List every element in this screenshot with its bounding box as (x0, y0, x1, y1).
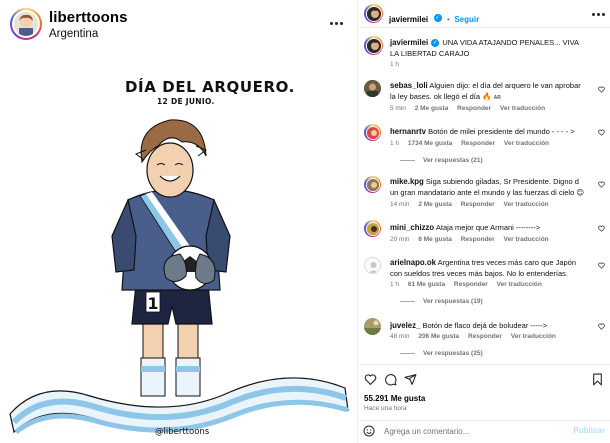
translate-button[interactable]: Ver traducción (497, 281, 542, 288)
verified-icon: ✓ (433, 13, 442, 22)
comment-meta: 5 min 2 Me gusta Responder Ver traducció… (390, 105, 546, 112)
follow-button[interactable]: Seguir (454, 15, 479, 24)
caption-time: 1 h (390, 61, 400, 68)
translate-button[interactable]: Ver traducción (504, 236, 549, 243)
fire-emoji: 🔥 (482, 91, 492, 101)
comment-username[interactable]: arielnapo.ok (390, 258, 436, 267)
author-avatar[interactable] (10, 8, 42, 40)
post-image-panel: liberttoons Argentina 1 DÍA DEL ARQUERO.… (0, 0, 357, 443)
comment-meta: 14 min 2 Me gusta Responder Ver traducci… (390, 201, 549, 208)
comment-meta: 1 h 61 Me gusta Responder Ver traducción (390, 281, 542, 288)
comment-text: arielnapo.ok Argentina tres veces más ca… (390, 258, 577, 278)
artwork-title: DÍA DEL ARQUERO. (125, 78, 295, 96)
artwork-date: 12 DE JUNIO. (157, 97, 215, 106)
like-comment-heart-icon[interactable] (598, 181, 605, 188)
post-location[interactable]: Argentina (49, 28, 98, 40)
flag-icon: AR (493, 94, 501, 101)
comment-text: mike.kpg Siga subiendo giladas, Sr Presi… (390, 177, 585, 197)
comment-username[interactable]: mike.kpg (390, 177, 424, 186)
panel-more-options-icon[interactable] (592, 13, 605, 16)
comment-text: juvelez_ Botón de flaco dejá de boludear… (390, 321, 548, 330)
comment-likes[interactable]: 2 Me gusta (415, 105, 449, 112)
comment-text: hernanrtv Botón de milei presidente del … (390, 127, 575, 136)
like-comment-heart-icon[interactable] (598, 225, 605, 232)
smile-emoji: 😊 (576, 187, 585, 197)
comment-likes[interactable]: 1734 Me gusta (408, 140, 452, 147)
comment-text: sebas_loli Alguien dijo: el día del arqu… (390, 81, 581, 101)
commenter-avatar[interactable] (364, 80, 381, 97)
translate-button[interactable]: Ver traducción (500, 105, 545, 112)
translate-button[interactable]: Ver traducción (511, 333, 556, 340)
publish-button[interactable]: Publicar (573, 426, 605, 435)
like-comment-heart-icon[interactable] (598, 323, 605, 330)
comment-text: mini_chizzo Ataja mejor que Armani -----… (390, 223, 541, 232)
commenter-avatar[interactable] (364, 176, 381, 193)
author-username[interactable]: liberttoons (49, 9, 128, 26)
header-avatar[interactable] (364, 4, 383, 23)
commenter-avatar[interactable] (364, 318, 381, 335)
more-options-icon[interactable] (330, 22, 343, 25)
post-time: Hace una hora (364, 405, 407, 412)
reply-button[interactable]: Responder (461, 236, 495, 243)
like-comment-heart-icon[interactable] (598, 262, 605, 269)
comment-meta: 48 min 206 Me gusta Responder Ver traduc… (390, 333, 556, 340)
likes-count[interactable]: 55.291 Me gusta (364, 394, 425, 403)
reply-button[interactable]: Responder (454, 281, 488, 288)
comment-username[interactable]: juvelez_ (390, 321, 420, 330)
heart-icon[interactable] (364, 373, 377, 386)
comment-icon[interactable] (384, 373, 397, 386)
comment-likes[interactable]: 206 Me gusta (418, 333, 459, 340)
artwork-signature: @liberttoons (155, 427, 210, 437)
emoji-smile-icon[interactable] (363, 425, 375, 437)
reply-button[interactable]: Responder (461, 140, 495, 147)
header-username[interactable]: javiermilei (389, 15, 428, 24)
reply-button[interactable]: Responder (468, 333, 502, 340)
reply-button[interactable]: Responder (461, 201, 495, 208)
commenter-avatar[interactable] (364, 124, 381, 141)
commenter-avatar[interactable] (364, 220, 381, 237)
comment-likes[interactable]: 61 Me gusta (408, 281, 445, 288)
translate-button[interactable]: Ver traducción (504, 201, 549, 208)
caption-username[interactable]: javiermilei (390, 38, 428, 47)
panel-header: javiermilei ✓ • Seguir (358, 0, 610, 28)
comment-username[interactable]: hernanrtv (390, 127, 426, 136)
comments-panel: javiermilei ✓ • Seguir javiermilei ✓ UNA… (358, 0, 610, 443)
caption-avatar[interactable] (364, 36, 383, 55)
view-replies-button[interactable]: Ver respuestas (25) (400, 350, 483, 357)
comment-username[interactable]: sebas_loli (390, 81, 428, 90)
comment-likes[interactable]: 2 Me gusta (418, 201, 452, 208)
header-separator: • (447, 15, 450, 24)
view-replies-button[interactable]: Ver respuestas (19) (400, 298, 483, 305)
reply-button[interactable]: Responder (457, 105, 491, 112)
post-header: liberttoons Argentina (0, 0, 357, 52)
header-user: javiermilei ✓ • Seguir (389, 9, 479, 27)
commenter-avatar[interactable] (364, 257, 381, 274)
comment-meta: 20 min 6 Me gusta Responder Ver traducci… (390, 236, 549, 243)
caption-text: javiermilei ✓ UNA VIDA ATAJANDO PENALES.… (390, 38, 588, 59)
add-comment-bar: Publicar (358, 420, 610, 441)
like-comment-heart-icon[interactable] (598, 86, 605, 93)
share-icon[interactable] (404, 373, 417, 386)
like-comment-heart-icon[interactable] (598, 129, 605, 136)
goalkeeper-illustration: 1 (9, 119, 349, 434)
bookmark-icon[interactable] (591, 373, 604, 386)
verified-icon: ✓ (431, 39, 440, 48)
comment-likes[interactable]: 6 Me gusta (418, 236, 452, 243)
comment-username[interactable]: mini_chizzo (390, 223, 434, 232)
jersey-number: 1 (147, 294, 158, 313)
translate-button[interactable]: Ver traducción (504, 140, 549, 147)
post-actions: 55.291 Me gusta Hace una hora Publicar (358, 364, 610, 440)
view-replies-button[interactable]: Ver respuestas (21) (400, 157, 483, 164)
comment-meta: 1 h 1734 Me gusta Responder Ver traducci… (390, 140, 550, 147)
comment-input[interactable] (384, 424, 554, 439)
